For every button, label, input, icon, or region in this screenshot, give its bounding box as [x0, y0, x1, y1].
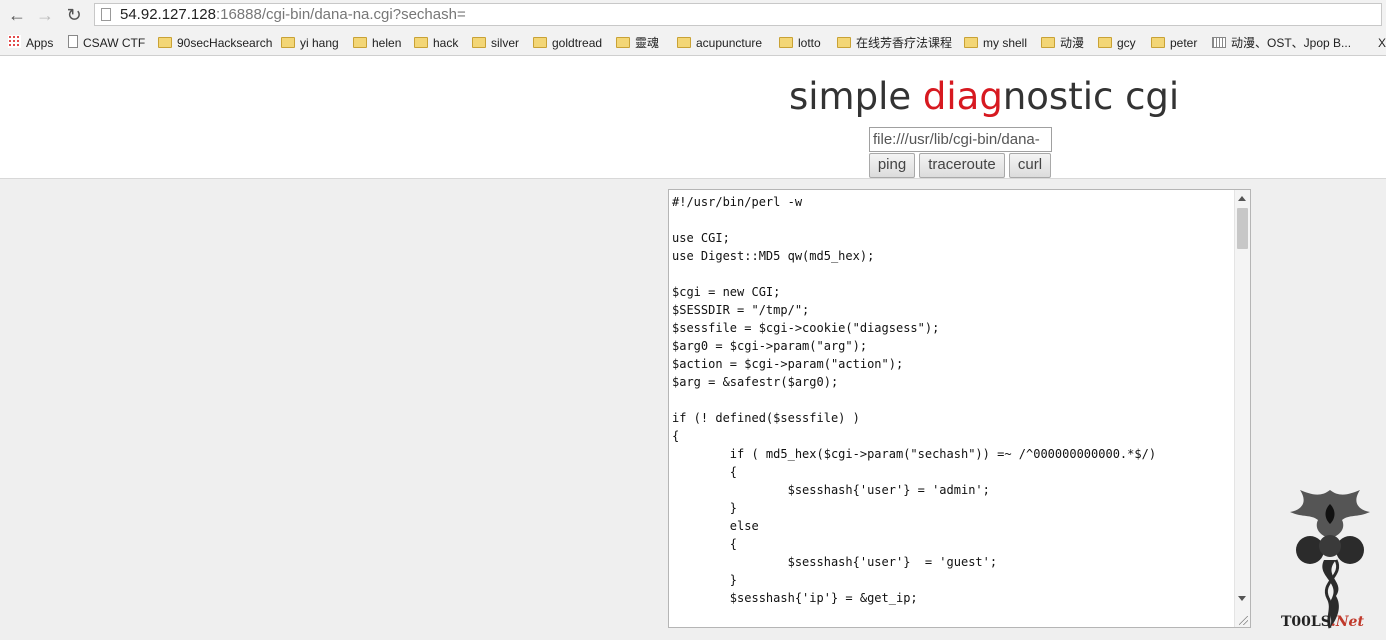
- bookmark-label: hack: [433, 36, 459, 50]
- bookmark-label: 动漫、OST、Jpop B...: [1231, 36, 1352, 50]
- vertical-scrollbar[interactable]: [1234, 190, 1250, 627]
- arg-input[interactable]: [869, 127, 1052, 152]
- title-part-2: diag: [922, 75, 1003, 118]
- folder-icon: [1041, 37, 1055, 48]
- scrollbar-thumb[interactable]: [1237, 208, 1248, 249]
- folder-icon: [158, 37, 172, 48]
- bookmark-item[interactable]: lotto: [779, 34, 821, 52]
- bookmark-item[interactable]: hack: [414, 34, 458, 52]
- url-text[interactable]: 54.92.127.128:16888/cgi-bin/dana-na.cgi?…: [120, 6, 466, 23]
- folder-icon: [1098, 37, 1112, 48]
- bookmark-label: lotto: [798, 36, 821, 50]
- bookmark-item[interactable]: Apps: [8, 34, 53, 52]
- bookmark-label: acupuncture: [696, 36, 763, 50]
- resize-handle-icon[interactable]: [1239, 616, 1248, 625]
- watermark-net: .Net: [1330, 614, 1364, 630]
- source-output-textarea[interactable]: #!/usr/bin/perl -w use CGI; use Digest::…: [668, 189, 1251, 628]
- page-title: simple diagnostic cgi: [789, 75, 1179, 118]
- bookmark-label: gcy: [1117, 36, 1136, 50]
- url-host: 54.92.127.128: [120, 6, 216, 23]
- bookmark-label: X: [1378, 36, 1386, 50]
- bookmark-item[interactable]: 动漫: [1041, 34, 1084, 52]
- bookmark-label: my shell: [983, 36, 1028, 50]
- bookmark-label: helen: [372, 36, 402, 50]
- bookmark-item[interactable]: CSAW CTF: [68, 34, 145, 52]
- reload-icon[interactable]: ↻: [63, 4, 85, 26]
- scroll-down-arrow-icon[interactable]: [1238, 596, 1246, 601]
- forward-arrow-icon[interactable]: →: [34, 4, 56, 26]
- bookmark-item[interactable]: acupuncture: [677, 34, 762, 52]
- title-part-1: simple: [789, 75, 923, 118]
- folder-icon: [353, 37, 367, 48]
- ping-button[interactable]: ping: [869, 153, 915, 178]
- folder-icon: [414, 37, 428, 48]
- bookmark-item[interactable]: goldtread: [533, 34, 602, 52]
- bookmark-item[interactable]: 靈魂: [616, 34, 659, 52]
- bookmark-item[interactable]: X: [1378, 34, 1386, 52]
- bookmark-item[interactable]: yi hang: [281, 34, 339, 52]
- folder-icon: [837, 37, 851, 48]
- folder-icon: [779, 37, 793, 48]
- bookmark-label: CSAW CTF: [83, 36, 146, 50]
- bookmark-item[interactable]: my shell: [964, 34, 1027, 52]
- source-code: #!/usr/bin/perl -w use CGI; use Digest::…: [672, 195, 1157, 605]
- folder-icon: [472, 37, 486, 48]
- bookmark-label: Apps: [26, 36, 54, 50]
- bookmark-label: goldtread: [552, 36, 603, 50]
- bookmarks-bar: Apps CSAW CTF 90secHacksearch yi hang helen h…: [0, 30, 1386, 56]
- bookmark-label: peter: [1170, 36, 1198, 50]
- bookmark-item[interactable]: 动漫、OST、Jpop B...: [1212, 34, 1351, 52]
- page-icon: [68, 35, 78, 48]
- bookmark-item[interactable]: 在线芳香疗法课程: [837, 34, 952, 52]
- folder-icon: [281, 37, 295, 48]
- scroll-up-arrow-icon[interactable]: [1238, 196, 1246, 201]
- folder-icon: [616, 37, 630, 48]
- folder-icon: [677, 37, 691, 48]
- url-path: :16888/cgi-bin/dana-na.cgi?sechash=: [215, 6, 466, 23]
- bookmark-label: 90secHacksearch: [177, 36, 273, 50]
- dragon-tribal-watermark-icon: [1290, 490, 1370, 629]
- bookmark-item[interactable]: 90secHacksearch: [158, 34, 272, 52]
- bookmark-label: yi hang: [300, 36, 339, 50]
- bookmark-label: 在线芳香疗法课程: [856, 36, 953, 50]
- bookmark-label: silver: [491, 36, 520, 50]
- bookmark-item[interactable]: silver: [472, 34, 519, 52]
- title-part-3: nostic cgi: [1002, 75, 1180, 118]
- watermark-main: T00LS: [1281, 614, 1331, 630]
- browser-toolbar: ← → ↻ 54.92.127.128:16888/cgi-bin/dana-n…: [0, 0, 1386, 30]
- bookmark-item[interactable]: peter: [1151, 34, 1197, 52]
- bookmark-label: 靈魂: [635, 36, 660, 50]
- watermark-text: T00LS.Net: [1281, 614, 1364, 630]
- folder-icon: [1151, 37, 1165, 48]
- bookmark-item[interactable]: gcy: [1098, 34, 1136, 52]
- traceroute-button[interactable]: traceroute: [919, 153, 1005, 178]
- curl-button[interactable]: curl: [1009, 153, 1051, 178]
- folder-icon: [533, 37, 547, 48]
- grid-icon: [1212, 37, 1226, 48]
- page-icon: [101, 8, 111, 21]
- address-bar[interactable]: 54.92.127.128:16888/cgi-bin/dana-na.cgi?…: [94, 3, 1382, 26]
- bookmark-item[interactable]: helen: [353, 34, 401, 52]
- bookmark-label: 动漫: [1060, 36, 1085, 50]
- apps-icon: [8, 35, 21, 48]
- folder-icon: [964, 37, 978, 48]
- back-arrow-icon[interactable]: ←: [6, 4, 28, 26]
